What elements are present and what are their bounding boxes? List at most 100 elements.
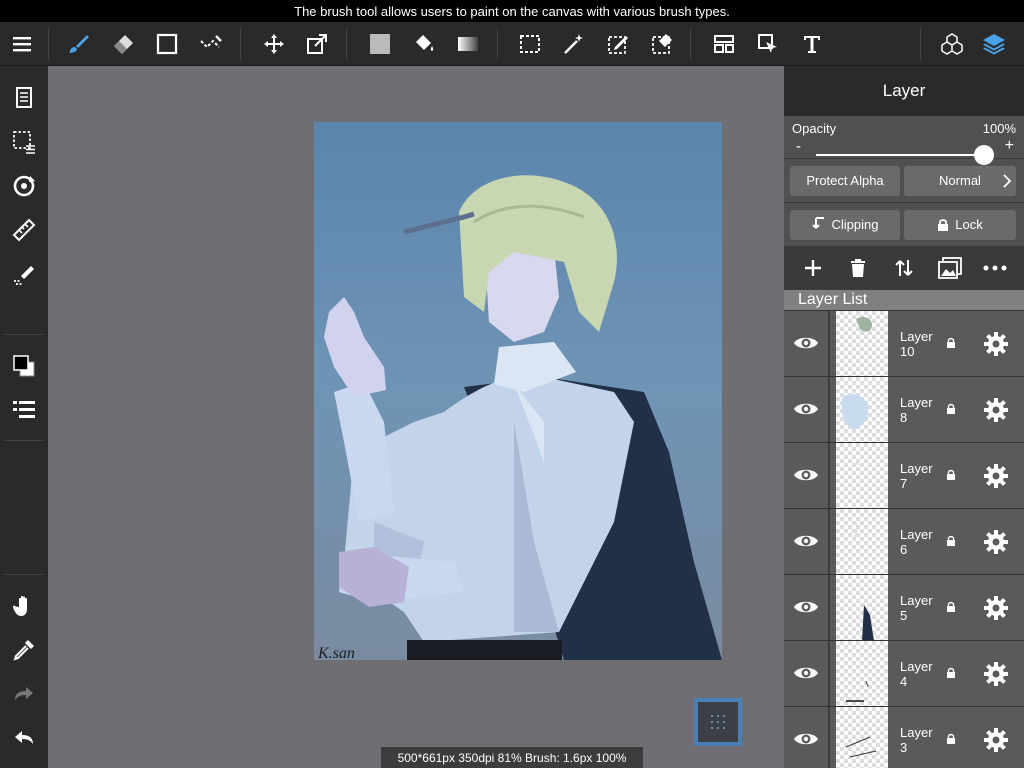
undo-icon[interactable] [8,722,40,754]
layer-name: Layer 10 [900,329,933,359]
protect-alpha-button[interactable]: Protect Alpha [790,165,900,196]
layer-list-icon[interactable] [8,394,40,426]
layer-settings-gear-icon[interactable] [982,660,1010,688]
layer-list: Layer 10 Layer 8 Layer 7 Layer 6 Layer 5 Laye… [784,310,1024,768]
select-layer-icon[interactable] [752,28,784,60]
layer-settings-gear-icon[interactable] [982,528,1010,556]
eraser-icon[interactable] [107,28,139,60]
color-swatch-icon[interactable] [8,350,40,382]
layout-icon[interactable] [708,28,740,60]
visibility-eye-icon[interactable] [792,727,820,751]
layer-thumbnail[interactable] [836,707,888,768]
opacity-plus-button[interactable]: + [1005,137,1014,155]
visibility-eye-icon[interactable] [792,331,820,355]
eyedropper-icon[interactable] [8,634,40,666]
opacity-control: Opacity 100% - + [784,116,1024,165]
visibility-eye-icon[interactable] [792,529,820,553]
layer-lock-icon[interactable] [946,337,956,349]
navigator-button[interactable] [694,698,742,746]
layer-row[interactable]: Layer 5 [784,574,1024,641]
rotate-icon[interactable] [8,170,40,202]
opacity-slider[interactable] [816,145,994,165]
more-options-button[interactable] [979,252,1011,284]
transform-icon[interactable] [301,28,333,60]
layer-lock-icon[interactable] [946,601,956,613]
hand-icon[interactable] [8,590,40,622]
visibility-eye-icon[interactable] [792,661,820,685]
layer-name: Layer 5 [900,593,933,623]
clipping-arrow-icon [811,216,824,229]
delete-layer-button[interactable] [842,252,874,284]
layer-name: Layer 8 [900,395,933,425]
selection-icon[interactable] [8,126,40,158]
layer-thumbnail[interactable] [836,377,888,443]
lock-icon [938,218,949,231]
curve-icon[interactable] [195,28,227,60]
status-text: 500*661px 350dpi 81% Brush: 1.6px 100% [397,750,627,765]
layer-settings-gear-icon[interactable] [982,396,1010,424]
clipping-label: Clipping [831,217,879,232]
layer-lock-icon[interactable] [946,535,956,547]
layer-settings-gear-icon[interactable] [982,594,1010,622]
pages-icon[interactable] [8,82,40,114]
artist-signature: K.san [317,645,355,660]
opacity-minus-button[interactable]: - [796,138,801,155]
artwork-canvas[interactable]: K.san [314,122,722,660]
ruler-icon[interactable] [8,214,40,246]
layer-thumbnail[interactable] [836,641,888,707]
select-rect-icon[interactable] [514,28,546,60]
snap-icon[interactable] [8,258,40,290]
layer-thumbnail[interactable] [836,311,888,377]
layer-row[interactable]: Layer 3 [784,706,1024,768]
layer-settings-gear-icon[interactable] [982,330,1010,358]
layer-name: Layer 4 [900,659,933,689]
image-icon [937,257,962,279]
select-eraser-icon[interactable] [646,28,678,60]
text-icon[interactable] [796,28,828,60]
layer-settings-gear-icon[interactable] [982,726,1010,754]
gradient-icon[interactable] [452,28,484,60]
image-layer-button[interactable] [934,252,966,284]
brush-icon[interactable] [62,28,94,60]
visibility-eye-icon[interactable] [792,397,820,421]
fill-color-icon[interactable] [364,28,396,60]
left-sidebar [0,66,48,768]
layer-lock-icon[interactable] [946,469,956,481]
layer-settings-gear-icon[interactable] [982,462,1010,490]
clipping-button[interactable]: Clipping [790,209,900,240]
opacity-label: Opacity [792,121,837,136]
layers-icon[interactable] [978,28,1010,60]
move-icon[interactable] [258,28,290,60]
materials-icon[interactable] [936,28,968,60]
reorder-layer-button[interactable] [888,252,920,284]
layer-thumbnail[interactable] [836,443,888,509]
canvas-area[interactable]: K.san 500*661px 350dpi 81% Brush: 1.6px … [48,66,784,768]
layer-row[interactable]: Layer 8 [784,376,1024,443]
redo-icon[interactable] [8,678,40,710]
blend-mode-button[interactable]: Normal [904,165,1016,196]
menu-icon[interactable] [6,28,38,60]
bucket-icon[interactable] [408,28,440,60]
layer-lock-icon[interactable] [946,403,956,415]
layer-panel-title: Layer [784,66,1024,116]
alpha-blend-row: Protect Alpha Normal [784,158,1024,202]
shape-icon[interactable] [151,28,183,60]
opacity-slider-knob[interactable] [974,145,994,165]
layer-lock-icon[interactable] [946,733,956,745]
add-layer-button[interactable] [797,252,829,284]
select-pen-icon[interactable] [602,28,634,60]
layer-lock-icon[interactable] [946,667,956,679]
magic-wand-icon[interactable] [558,28,590,60]
plus-icon [804,260,821,276]
layer-list-header: Layer List [784,290,1024,310]
visibility-eye-icon[interactable] [792,463,820,487]
layer-row[interactable]: Layer 6 [784,508,1024,575]
layer-row[interactable]: Layer 7 [784,442,1024,509]
layer-thumbnail[interactable] [836,509,888,575]
lock-button[interactable]: Lock [904,209,1016,240]
trash-icon [851,259,866,277]
visibility-eye-icon[interactable] [792,595,820,619]
layer-thumbnail[interactable] [836,575,888,641]
layer-row[interactable]: Layer 10 [784,310,1024,377]
layer-row[interactable]: Layer 4 [784,640,1024,707]
